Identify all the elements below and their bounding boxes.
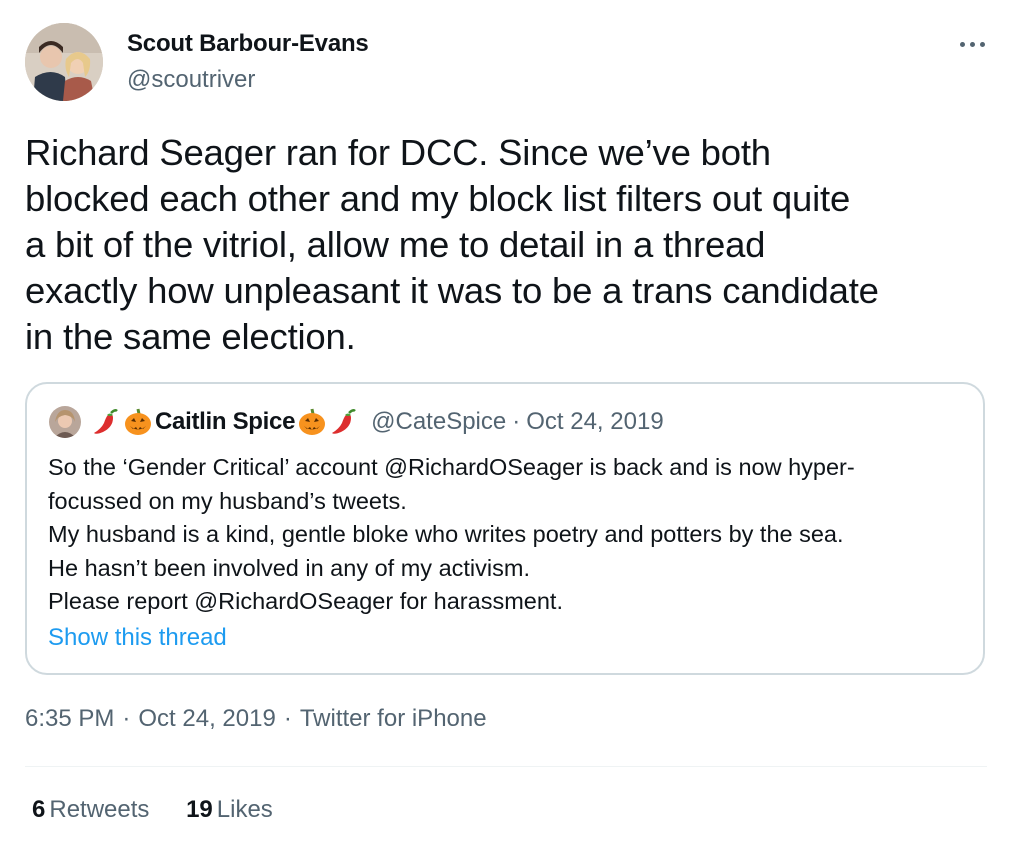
separator-dot: · (512, 408, 521, 435)
author-avatar[interactable] (25, 23, 103, 101)
show-thread-link[interactable]: Show this thread (48, 624, 227, 652)
retweets-label: Retweets (49, 796, 150, 823)
tweet-metadata: 6:35 PM · Oct 24, 2019 · Twitter for iPhone (25, 705, 487, 733)
quoted-author-avatar[interactable] (49, 406, 81, 438)
separator-dot: · (283, 705, 292, 732)
quoted-tweet-text: So the ‘Gender Critical’ account @Richar… (48, 454, 855, 614)
separator-dot: · (122, 705, 131, 732)
tweet-source[interactable]: Twitter for iPhone (300, 705, 487, 732)
jack-o-lantern-icon (297, 407, 326, 437)
quoted-author-handle[interactable]: @CateSpice (371, 408, 506, 436)
likes-stat[interactable]: 19 Likes (186, 796, 273, 824)
tweet-date[interactable]: Oct 24, 2019 (138, 705, 275, 732)
divider (25, 766, 987, 767)
chili-pepper-icon (91, 407, 119, 437)
author-handle[interactable]: @scoutriver (127, 66, 255, 94)
quoted-tweet-header: Caitlin Spice @CateSpice · Oct 24, 2019 (49, 406, 664, 438)
more-options-button[interactable] (952, 32, 992, 56)
quoted-author-name[interactable]: Caitlin Spice (155, 408, 295, 436)
likes-label: Likes (216, 796, 273, 823)
tweet-time[interactable]: 6:35 PM (25, 705, 114, 732)
retweets-count: 6 (32, 796, 46, 823)
more-horizontal-icon (960, 42, 965, 47)
retweets-stat[interactable]: 6 Retweets (32, 796, 149, 824)
tweet-card: Scout Barbour-Evans @scoutriver Richard … (0, 0, 1016, 852)
author-name[interactable]: Scout Barbour-Evans (127, 30, 369, 58)
engagement-stats: 6 Retweets 19 Likes (32, 796, 273, 824)
likes-count: 19 (186, 796, 213, 823)
chili-pepper-icon (329, 407, 357, 437)
quoted-tweet-date[interactable]: Oct 24, 2019 (526, 408, 663, 436)
quoted-tweet[interactable]: Caitlin Spice @CateSpice · Oct 24, 2019 (25, 382, 985, 675)
jack-o-lantern-icon (123, 407, 151, 437)
tweet-text: Richard Seager ran for DCC. Since we’ve … (25, 132, 879, 357)
